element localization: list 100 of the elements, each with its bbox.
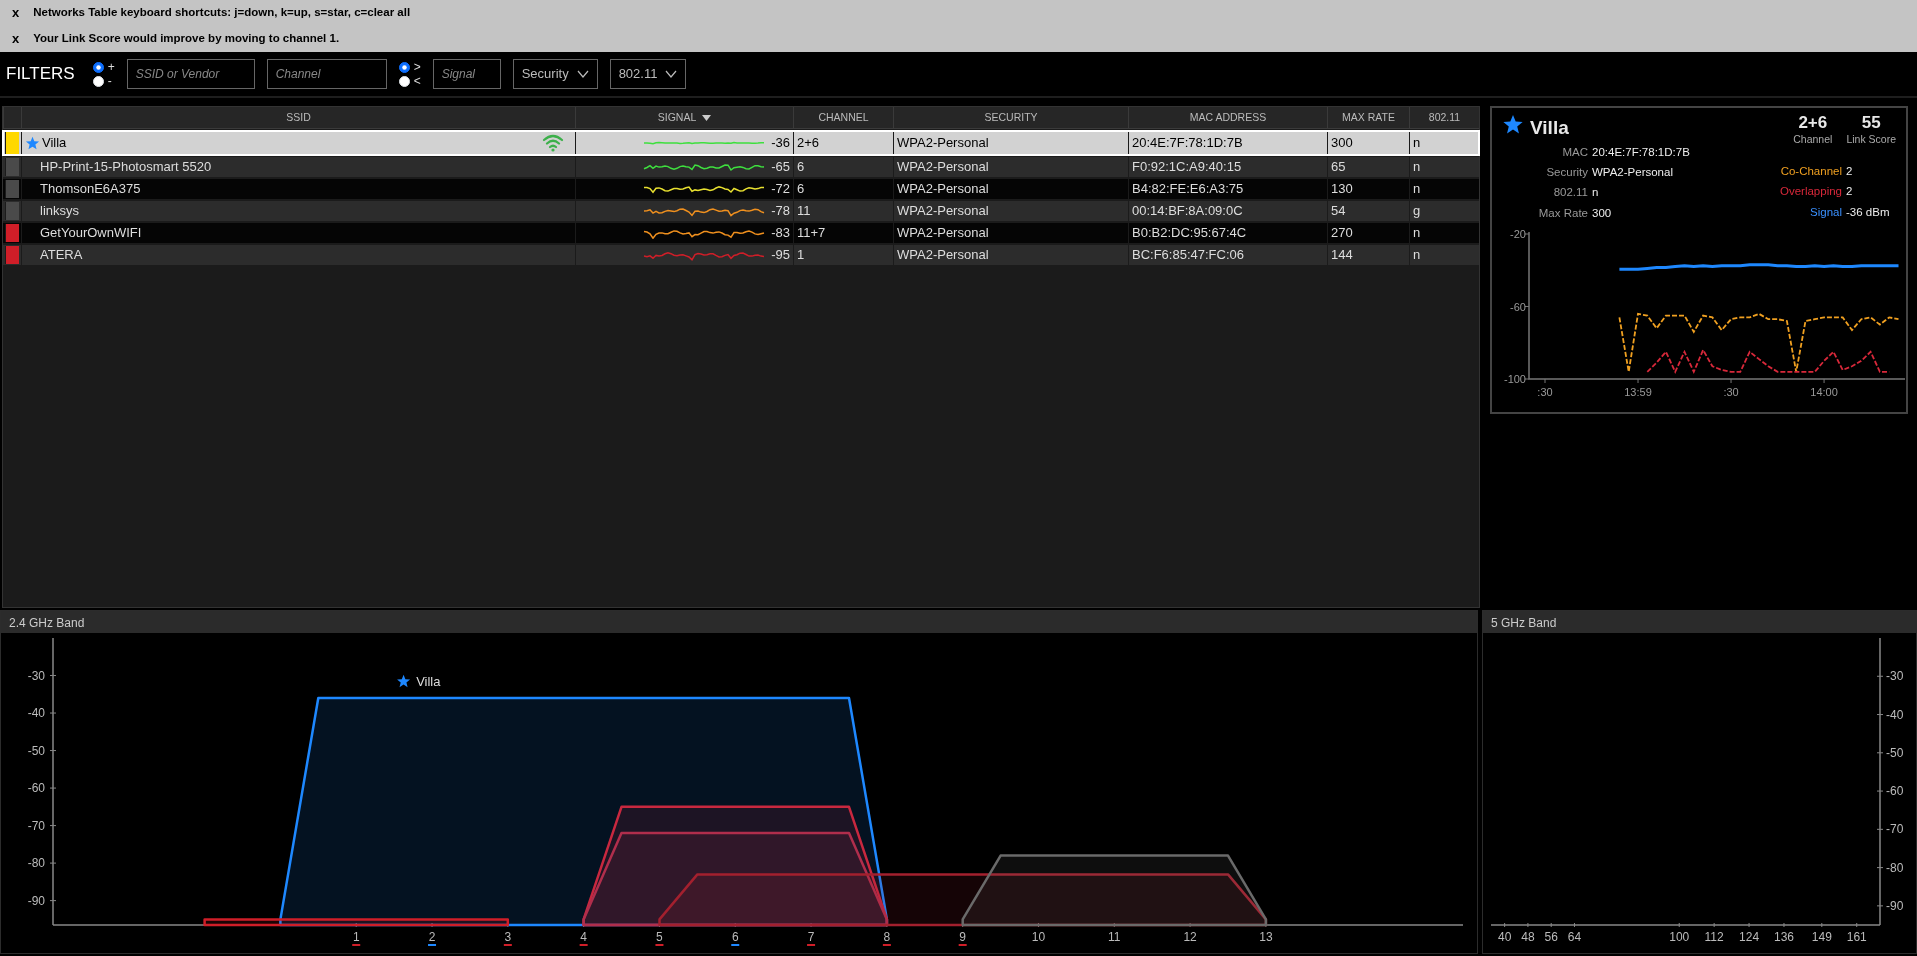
table-cell: 11 [793, 201, 893, 221]
tick-label: 8 [883, 930, 891, 944]
tick-label: -30 [27, 668, 45, 683]
column-header[interactable]: CHANNEL [793, 107, 893, 128]
field-value: n [1592, 185, 1600, 201]
tick-label: 4 [580, 930, 587, 944]
column-header[interactable]: SECURITY [893, 107, 1128, 128]
sort-icon [702, 114, 712, 121]
stat-label: Link Score [1846, 132, 1896, 147]
table-row[interactable]: Villa -36 2+6 WPA2-Personal 20:4E:7F:78:1D:7B 300 n [3, 131, 1479, 155]
radio-label: - [107, 75, 112, 87]
table-cell: 6 [793, 157, 893, 177]
field-value: 20:4E:7F:78:1D:7B [1592, 144, 1691, 160]
filter-field[interactable]: Channel [266, 59, 387, 89]
field-label: 802.11 [1552, 185, 1588, 201]
tick-label: 124 [1739, 930, 1760, 944]
tick-label: 161 [1846, 930, 1867, 944]
radio-label: + [107, 61, 115, 73]
tick-label: -70 [1886, 822, 1904, 837]
tick-label: 40 [1497, 930, 1512, 944]
stat-value: 2+6 [1798, 114, 1828, 132]
tick-label: -60 [27, 781, 45, 796]
table-row[interactable]: HP-Print-15-Photosmart 5520 -65 6 WPA2-Personal F0:92:1C:A9:40:15 65 n [3, 157, 1479, 177]
field-value: WPA2-Personal [1592, 165, 1674, 180]
tick-label: 5 [656, 930, 663, 944]
filters-label: FILTERS [6, 63, 75, 86]
legend-value: -36 dBm [1846, 205, 1890, 221]
signal-value: -83 [771, 224, 790, 243]
tick-label: 10 [1031, 930, 1046, 944]
ssid-text: ThomsonE6A375 [40, 180, 141, 199]
close-button[interactable]: x [12, 29, 20, 49]
column-header[interactable]: SIGNAL [575, 107, 793, 128]
ssid-text: GetYourOwnWIFI [40, 224, 142, 243]
tick-label: 3 [504, 930, 512, 944]
table-cell: 6 [793, 179, 893, 199]
table-cell: n [1409, 223, 1479, 243]
signal-value: -36 [771, 134, 790, 153]
tick-label: -30 [1886, 669, 1904, 684]
radio-button[interactable] [92, 61, 104, 73]
tick-label: 7 [807, 930, 815, 944]
legend-value: 2 [1846, 184, 1854, 200]
column-header[interactable]: 802.11 [1409, 107, 1479, 128]
table-cell: WPA2-Personal [893, 157, 1128, 177]
caret-icon [665, 70, 678, 78]
table-cell: n [1409, 179, 1479, 199]
table-cell: 270 [1327, 223, 1409, 243]
table-cell: n [1409, 131, 1479, 155]
legend-label: Overlapping [1779, 184, 1842, 200]
ssid-text: ATERA [40, 246, 83, 265]
table-row[interactable]: ThomsonE6A375 -72 6 WPA2-Personal B4:82:FE:E6:A3:75 130 n [3, 179, 1479, 199]
field-label: Security [1545, 165, 1588, 180]
table-cell: n [1409, 245, 1479, 265]
tick-label: -70 [27, 818, 45, 833]
tick-label: -90 [1886, 898, 1904, 913]
column-header[interactable]: SSID [21, 107, 575, 128]
table-cell: WPA2-Personal [893, 223, 1128, 243]
filter-dropdown[interactable]: 802.11 [609, 59, 687, 89]
column-header[interactable]: MAC ADDRESS [1128, 107, 1327, 128]
signal-value: -72 [771, 180, 790, 199]
tick-label: -40 [1886, 707, 1904, 722]
tick-label: -50 [1886, 745, 1904, 760]
table-cell: WPA2-Personal [893, 201, 1128, 221]
filter-field[interactable]: SSID or Vendor [126, 59, 255, 89]
radio-button[interactable] [398, 61, 410, 73]
table-row[interactable]: linksys -78 11 WPA2-Personal 00:14:BF:8A:09:0C 54 g [3, 201, 1479, 221]
network-label: Villa [416, 674, 441, 690]
panel-title: 2.4 GHz Band [1, 611, 1477, 633]
close-button[interactable]: x [12, 3, 20, 23]
filter-dropdown[interactable]: Security [512, 59, 598, 89]
tick-label: :30 [1537, 385, 1553, 398]
table-cell: 54 [1327, 201, 1409, 221]
notification-text: Networks Table keyboard shortcuts: j=down, k=up, s=star, c=clear all [33, 5, 411, 21]
panel-title: 5 GHz Band [1483, 611, 1916, 633]
tick-label: -40 [27, 706, 45, 721]
tick-label: :30 [1723, 385, 1739, 398]
table-cell: 130 [1327, 179, 1409, 199]
table-cell: 2+6 [793, 131, 893, 155]
signal-value: -78 [771, 202, 790, 221]
stat-value: 55 [1861, 114, 1881, 132]
tick-label: 9 [959, 930, 966, 944]
tick-label: 100 [1669, 930, 1690, 944]
table-row[interactable]: ATERA -95 1 WPA2-Personal BC:F6:85:47:FC:06 144 n [3, 245, 1479, 265]
table-cell: g [1409, 201, 1479, 221]
tick-label: -80 [1886, 860, 1904, 875]
filter-field[interactable]: Signal [432, 59, 501, 89]
tick-label: 14:00 [1810, 385, 1838, 398]
legend-value: 2 [1846, 163, 1854, 179]
caret-icon [576, 70, 589, 78]
tick-label: -100 [1503, 372, 1526, 385]
column-header[interactable]: MAX RATE [1327, 107, 1409, 128]
table-row[interactable]: GetYourOwnWIFI -83 11+7 WPA2-Personal B0:B2:DC:95:67:4C 270 n [3, 223, 1479, 243]
table-cell: B4:82:FE:E6:A3:75 [1128, 179, 1327, 199]
field-label: MAC [1561, 144, 1588, 160]
table-cell: 300 [1327, 131, 1409, 155]
tick-label: -80 [27, 856, 45, 871]
stat-label: Channel [1793, 132, 1833, 147]
field-value: 300 [1592, 205, 1613, 221]
tick-label: 2 [428, 930, 436, 944]
tick-label: -90 [27, 893, 45, 908]
table-cell: 11+7 [793, 223, 893, 243]
